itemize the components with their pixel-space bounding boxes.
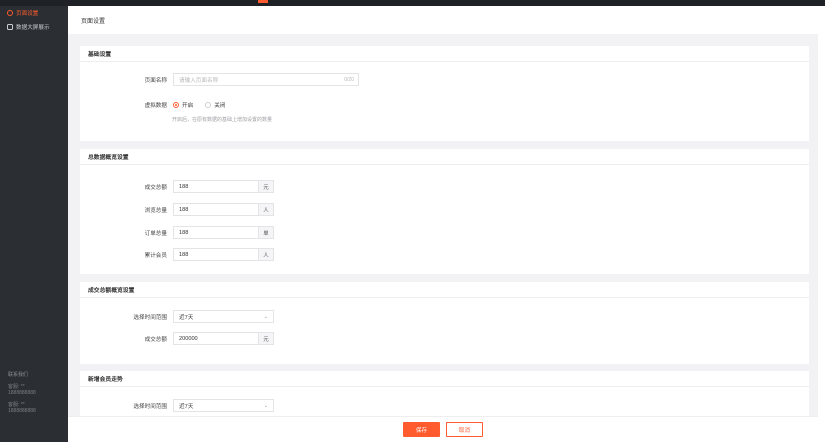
radio-off[interactable]: 关闭 <box>205 101 225 109</box>
gear-icon <box>7 10 13 16</box>
unit-addon: 元 <box>259 180 274 193</box>
deal-settings-card: 成交总额概览设置 选择时间范围 近7天 ⌄ 成交总额 200000 元 <box>80 282 809 364</box>
card-title: 成交总额概览设置 <box>80 282 809 298</box>
field-label: 选择时间范围 <box>133 403 167 410</box>
overview-row: 浏览总量 188 人 <box>80 203 274 216</box>
basic-settings-card: 基础设置 页面名称 请输入页面名称 0/20 虚拟数据 开启 关闭 开启后，在原… <box>80 46 809 141</box>
input-value: 188 <box>179 251 189 258</box>
deal-amount-input[interactable]: 200000 <box>173 332 259 345</box>
field-label: 浏览总量 <box>144 207 167 214</box>
contact-entry: 客服: ** 1888888888 <box>8 402 36 414</box>
sidebar-item-page-settings[interactable]: 页面设置 <box>0 6 68 20</box>
char-counter: 0/20 <box>344 76 354 83</box>
page-name-row: 页面名称 请输入页面名称 0/20 <box>80 73 359 86</box>
footer-bar: 保存 取消 <box>68 416 818 442</box>
contact-phone: 1888888888 <box>8 408 36 414</box>
deal-range-row: 选择时间范围 近7天 ⌄ <box>80 310 274 323</box>
sidebar: 页面设置 数据大屏展示 联系我们 客服: ** 1888888888 客服: *… <box>0 6 68 442</box>
unit-addon: 人 <box>259 203 274 216</box>
overview-row: 累计会员 188 人 <box>80 248 274 261</box>
unit-addon: 人 <box>259 248 274 261</box>
unit-addon: 元 <box>259 332 274 345</box>
chevron-down-icon: ⌄ <box>263 402 268 409</box>
select-value: 近7天 <box>179 314 194 321</box>
member-range-row: 选择时间范围 近7天 ⌄ <box>80 399 274 412</box>
card-title: 总数据概览设置 <box>80 149 809 165</box>
unit-addon: 单 <box>259 226 274 239</box>
input-value: 200000 <box>179 335 198 342</box>
card-title: 基础设置 <box>80 46 809 62</box>
deal-total-row: 成交总额 200000 元 <box>80 332 274 345</box>
radio-label: 关闭 <box>214 102 226 109</box>
field-label: 累计会员 <box>144 252 167 259</box>
field-label: 成交总额 <box>144 184 167 191</box>
radio-dot <box>173 101 179 108</box>
save-button[interactable]: 保存 <box>403 422 440 437</box>
virtual-data-hint: 开启后，在原有数据的基础上增加设置的数量 <box>172 117 273 123</box>
virtual-data-row: 虚拟数据 开启 关闭 <box>80 98 237 111</box>
sidebar-item-label: 数据大屏展示 <box>16 25 50 31</box>
time-range-select[interactable]: 近7天 ⌄ <box>173 310 274 323</box>
orders-total-input[interactable]: 188 <box>173 226 259 239</box>
overview-row: 订单总量 188 单 <box>80 226 274 239</box>
chevron-down-icon: ⌄ <box>263 313 268 320</box>
contact-label: 联系我们 <box>8 372 29 378</box>
radio-label: 开启 <box>182 102 194 109</box>
overview-row: 成交总额 188 元 <box>80 180 274 193</box>
monitor-icon <box>7 24 13 30</box>
top-accent <box>258 0 268 3</box>
overview-settings-card: 总数据概览设置 成交总额 188 元 浏览总量 188 人 订单总量 188 单… <box>80 149 809 274</box>
radio-on[interactable]: 开启 <box>173 101 193 109</box>
sidebar-item-label: 页面设置 <box>16 11 39 17</box>
card-title: 新增会员走势 <box>80 371 809 387</box>
cancel-button[interactable]: 取消 <box>446 422 483 437</box>
deal-total-input[interactable]: 188 <box>173 180 259 193</box>
page-name-input[interactable]: 请输入页面名称 0/20 <box>173 73 359 86</box>
contact-phone: 1888888888 <box>8 390 36 396</box>
page-name-label: 页面名称 <box>144 77 167 84</box>
virtual-data-label: 虚拟数据 <box>144 102 167 109</box>
select-value: 近7天 <box>179 403 194 410</box>
sidebar-item-data-screen[interactable]: 数据大屏展示 <box>0 20 68 34</box>
field-label: 成交总额 <box>144 336 167 343</box>
radio-dot <box>205 101 212 108</box>
right-edge <box>818 6 825 442</box>
input-value: 188 <box>179 229 189 236</box>
member-range-select[interactable]: 近7天 ⌄ <box>173 399 274 412</box>
field-label: 选择时间范围 <box>133 314 167 321</box>
member-trend-card: 新增会员走势 选择时间范围 近7天 ⌄ <box>80 371 809 416</box>
placeholder: 请输入页面名称 <box>179 77 219 84</box>
views-total-input[interactable]: 188 <box>173 203 259 216</box>
contact-entry: 客服: ** 1888888888 <box>8 384 36 396</box>
field-label: 订单总量 <box>144 230 167 237</box>
input-value: 188 <box>179 183 189 190</box>
input-value: 188 <box>179 206 189 213</box>
main-content: 页面设置 基础设置 页面名称 请输入页面名称 0/20 虚拟数据 开启 关闭 开… <box>68 6 818 442</box>
page-title: 页面设置 <box>68 6 818 34</box>
members-total-input[interactable]: 188 <box>173 248 259 261</box>
contact-section: 联系我们 客服: ** 1888888888 客服: ** 1888888888 <box>8 372 36 420</box>
